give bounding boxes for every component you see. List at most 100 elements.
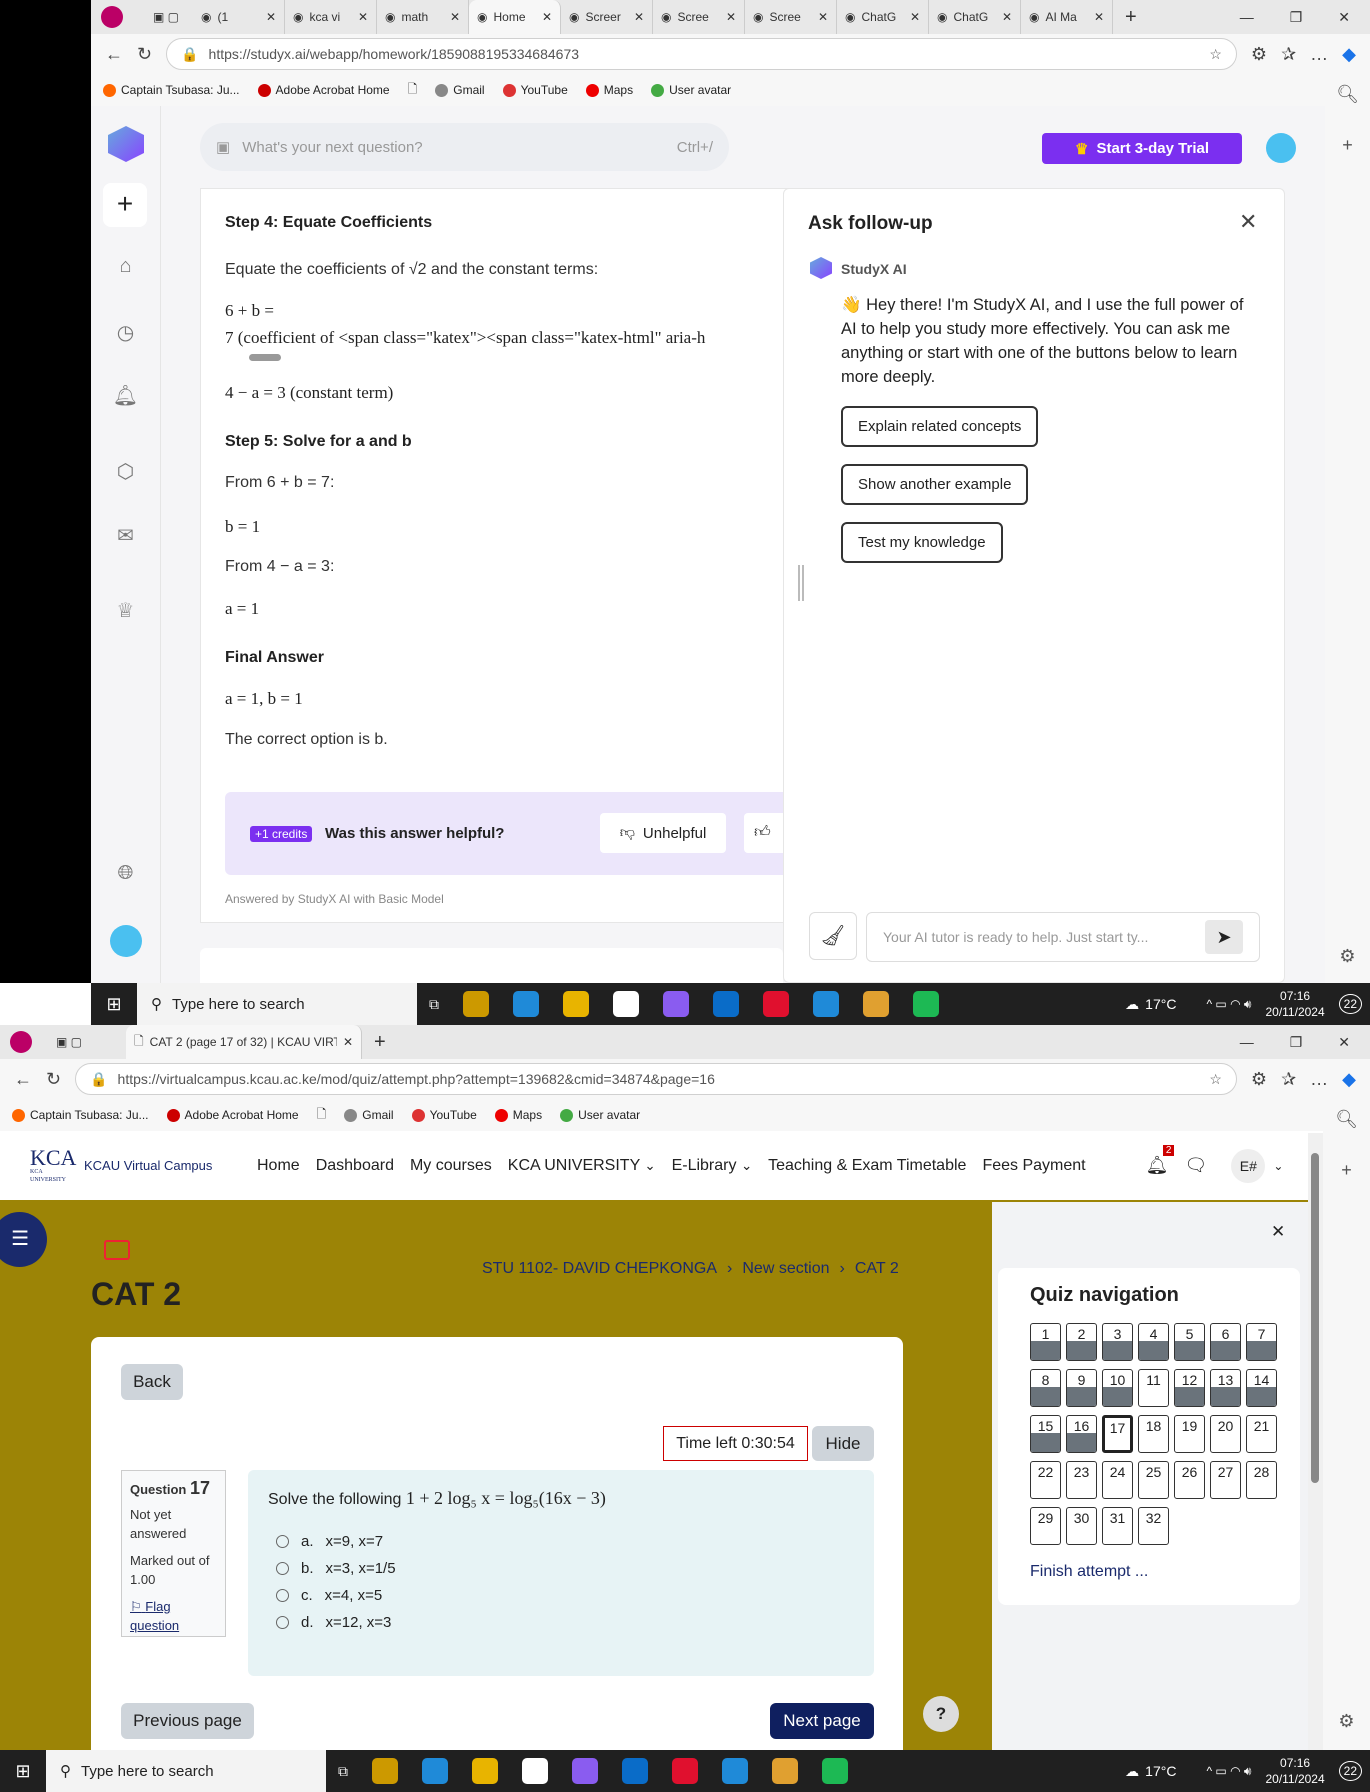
chevron-down-icon[interactable]: ⌄	[1273, 1159, 1283, 1173]
browser-tab[interactable]: ◉ Home ✕	[469, 0, 561, 34]
quiz-nav-question-7[interactable]: 7	[1246, 1323, 1277, 1361]
profile-avatar[interactable]	[10, 1031, 32, 1053]
site-name[interactable]: KCAU Virtual Campus	[84, 1158, 229, 1173]
quiz-nav-question-18[interactable]: 18	[1138, 1415, 1169, 1453]
previous-page-button[interactable]: Previous page	[121, 1703, 254, 1739]
quiz-nav-question-32[interactable]: 32	[1138, 1507, 1169, 1545]
bookmark[interactable]: YouTube	[502, 83, 568, 97]
home-icon[interactable]: ⌂	[91, 255, 160, 278]
next-page-button[interactable]: Next page	[770, 1703, 874, 1739]
close-tab-icon[interactable]: ✕	[1002, 10, 1012, 24]
url-field[interactable]: 🔒 https://virtualcampus.kcau.ac.ke/mod/qu…	[75, 1063, 1237, 1095]
copilot-icon[interactable]: ◆	[1342, 44, 1356, 65]
page-icon[interactable]: 🗋	[317, 1105, 327, 1126]
messages-icon[interactable]: 🗨︎	[1184, 1155, 1207, 1176]
taskbar-app-icon[interactable]	[722, 1758, 748, 1784]
tab-cat2[interactable]: 🗋 CAT 2 (page 17 of 32) | KCAU VIRT ✕	[126, 1025, 362, 1059]
taskbar-app-icon[interactable]	[572, 1758, 598, 1784]
quiz-nav-question-23[interactable]: 23	[1066, 1461, 1097, 1499]
close-tab-icon[interactable]: ✕	[450, 10, 460, 24]
user-avatar[interactable]	[110, 925, 142, 957]
bookmark[interactable]: YouTube	[411, 1108, 477, 1122]
answer-option-a[interactable]: a. x=9, x=7	[276, 1533, 854, 1550]
answer-option-b[interactable]: b. x=3, x=1/5	[276, 1560, 854, 1577]
close-window-icon[interactable]: ✕	[1338, 9, 1350, 26]
test-knowledge-button[interactable]: Test my knowledge	[841, 522, 1003, 563]
quiz-nav-question-12[interactable]: 12	[1174, 1369, 1205, 1407]
quiz-nav-question-3[interactable]: 3	[1102, 1323, 1133, 1361]
send-icon[interactable]: ➤	[1205, 920, 1243, 954]
bookmark[interactable]: Maps	[494, 1108, 542, 1122]
nav-kca-university[interactable]: KCA UNIVERSITY ⌄	[508, 1157, 656, 1175]
quiz-nav-question-29[interactable]: 29	[1030, 1507, 1061, 1545]
nav-teaching-exam-timetable[interactable]: Teaching & Exam Timetable	[768, 1157, 966, 1175]
quiz-nav-question-31[interactable]: 31	[1102, 1507, 1133, 1545]
page-scrollbar[interactable]	[1308, 1133, 1323, 1750]
system-tray-icons[interactable]: ^ ▭ ◠ 🔊︎	[1206, 1764, 1251, 1779]
add-icon[interactable]: +	[1325, 135, 1370, 156]
history-icon[interactable]: ◷	[91, 320, 160, 345]
close-window-icon[interactable]: ✕	[1338, 1034, 1350, 1051]
answer-option-d[interactable]: d. x=12, x=3	[276, 1614, 854, 1631]
taskbar-app-icon[interactable]	[422, 1758, 448, 1784]
bookmark[interactable]: Captain Tsubasa: Ju...	[103, 83, 240, 97]
settings-icon[interactable]: ⚙	[1323, 1711, 1370, 1732]
task-view-icon[interactable]: ⧉	[338, 1763, 348, 1780]
close-tab-icon[interactable]: ✕	[266, 10, 276, 24]
windows-start-icon[interactable]: ⊞	[0, 1761, 46, 1782]
bookmark[interactable]: Adobe Acrobat Home	[166, 1108, 299, 1122]
taskbar-search[interactable]: ⚲ Type here to search	[137, 983, 417, 1025]
search-icon[interactable]: 🔍︎	[1323, 1109, 1370, 1130]
bookmark[interactable]: User avatar	[560, 1108, 640, 1122]
finish-attempt-link[interactable]: Finish attempt ...	[1030, 1563, 1284, 1581]
taskbar-app-icon[interactable]	[763, 991, 789, 1017]
taskbar-app-icon[interactable]	[663, 991, 689, 1017]
bell-icon[interactable]: 🔔︎	[91, 383, 160, 408]
browser-tab[interactable]: ◉ AI Ma ✕	[1021, 0, 1113, 34]
browser-tab[interactable]: ◉ Scree ✕	[653, 0, 745, 34]
quiz-nav-question-20[interactable]: 20	[1210, 1415, 1241, 1453]
close-tab-icon[interactable]: ✕	[726, 10, 736, 24]
clock[interactable]: 07:16 20/11/2024	[1265, 988, 1324, 1020]
radio-button[interactable]	[276, 1562, 289, 1575]
star-icon[interactable]: ☆	[1209, 46, 1222, 63]
taskbar-app-icon[interactable]	[372, 1758, 398, 1784]
close-tab-icon[interactable]: ✕	[343, 1035, 353, 1049]
resize-handle[interactable]	[798, 565, 804, 601]
crown-icon[interactable]: ♕	[91, 598, 160, 623]
close-tab-icon[interactable]: ✕	[542, 10, 552, 24]
browser-tab[interactable]: ◉ ChatG ✕	[929, 0, 1021, 34]
browser-tab[interactable]: ◉ ChatG ✕	[837, 0, 929, 34]
url-field[interactable]: 🔒 https://studyx.ai/webapp/homework/18590…	[166, 38, 1237, 70]
unhelpful-button[interactable]: 👎︎ Unhelpful	[600, 813, 726, 853]
back-icon[interactable]: ←	[14, 1069, 32, 1090]
close-tab-icon[interactable]: ✕	[1094, 10, 1104, 24]
bookmark[interactable]: Gmail	[435, 83, 485, 97]
refresh-icon[interactable]: ↻	[137, 44, 152, 65]
more-icon[interactable]: …	[1310, 44, 1328, 65]
extensions-icon[interactable]: ⚙	[1251, 1069, 1267, 1090]
browser-tab[interactable]: ◉ Scree ✕	[745, 0, 837, 34]
taskbar-app-icon[interactable]	[472, 1758, 498, 1784]
nav-my-courses[interactable]: My courses	[410, 1157, 492, 1175]
nav-dashboard[interactable]: Dashboard	[316, 1157, 394, 1175]
nav-e-library[interactable]: E-Library ⌄	[672, 1157, 753, 1175]
taskbar-app-icon[interactable]	[622, 1758, 648, 1784]
profile-avatar[interactable]	[1266, 133, 1296, 163]
page-icon[interactable]: 🗋	[408, 80, 418, 101]
profile-avatar[interactable]	[101, 6, 123, 28]
image-icon[interactable]: ▣	[216, 138, 230, 156]
quiz-nav-question-2[interactable]: 2	[1066, 1323, 1097, 1361]
tab-actions-icon[interactable]: ▣ ▢	[56, 1035, 126, 1049]
radio-button[interactable]	[276, 1535, 289, 1548]
quiz-nav-question-16[interactable]: 16	[1066, 1415, 1097, 1453]
quiz-nav-question-19[interactable]: 19	[1174, 1415, 1205, 1453]
bookmark[interactable]: Adobe Acrobat Home	[257, 83, 390, 97]
close-tab-icon[interactable]: ✕	[634, 10, 644, 24]
close-tab-icon[interactable]: ✕	[818, 10, 828, 24]
quiz-nav-question-21[interactable]: 21	[1246, 1415, 1277, 1453]
restore-icon[interactable]: ❐	[1290, 1034, 1303, 1051]
bookmark[interactable]: User avatar	[651, 83, 731, 97]
new-tab-button[interactable]: +	[374, 1031, 386, 1054]
nav-fees-payment[interactable]: Fees Payment	[982, 1157, 1085, 1175]
